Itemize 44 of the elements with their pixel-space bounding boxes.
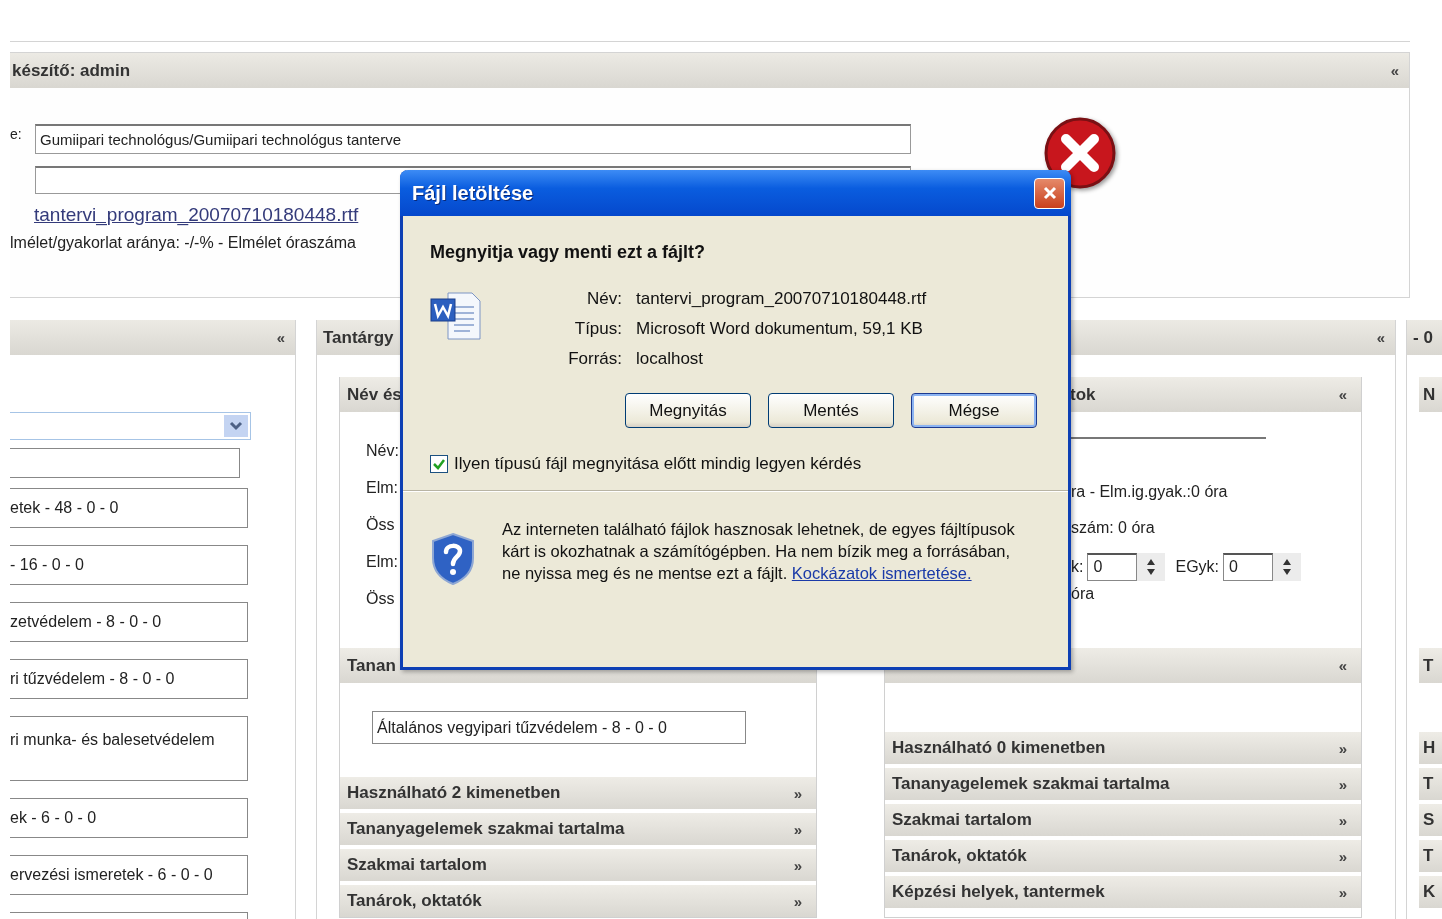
panel-title: - 0: [1413, 327, 1433, 348]
info-text: szám: 0 óra: [1071, 519, 1156, 538]
info-text: ra - Elm.ig.gyak.:0 óra: [1071, 483, 1229, 502]
panel-title: készítő: admin: [12, 60, 131, 81]
field-label: e:: [10, 126, 23, 142]
field-label: Típus:: [573, 319, 622, 339]
section-title: N: [1423, 384, 1436, 405]
field-label: Elm:: [366, 553, 398, 572]
section-title: Használható 2 kimenetben: [347, 783, 561, 803]
section-title: K: [1423, 882, 1436, 902]
field-label: Öss: [366, 516, 395, 535]
field-label: k:: [1071, 558, 1084, 576]
section-title: T: [1423, 846, 1434, 866]
window-title: Fájl letöltése: [412, 181, 534, 205]
field-value: Microsoft Word dokumentum, 59,1 KB: [636, 319, 924, 339]
summary-text: lmélet/gyakorlat aránya: -/-% - Elmélet óraszáma: [10, 234, 356, 252]
dialog-question: Megnyitja vagy menti ezt a fájlt?: [430, 242, 707, 263]
field-value: tantervi_program_20070710180448.rtf: [636, 289, 927, 309]
section-title: Név és: [347, 384, 402, 405]
section-title: S: [1423, 810, 1435, 830]
section-title: T: [1423, 774, 1434, 794]
field-label: EGyk:: [1175, 558, 1219, 576]
field-label: Öss: [366, 590, 395, 609]
panel-title: Tantárgy: [323, 327, 394, 348]
section-title: Szakmai tartalom: [892, 810, 1032, 830]
section-title: Képzési helyek, tantermek: [892, 882, 1105, 902]
section-title: Szakmai tartalom: [347, 855, 487, 875]
section-title: Tanárok, oktatók: [892, 846, 1027, 866]
field-label: Forrás:: [567, 349, 622, 369]
section-title: Tanárok, oktatók: [347, 891, 482, 911]
checkbox-label: Ilyen típusú fájl megnyitása előtt mindig legyen kérdés: [454, 454, 862, 474]
section-title: Tananyagelemek szakmai tartalma: [892, 774, 1170, 794]
field-label: Név:: [586, 289, 622, 309]
section-title: Használható 0 kimenetben: [892, 738, 1106, 758]
section-title: T: [1423, 655, 1434, 676]
field-label: Név:: [366, 442, 399, 461]
section-title: Tananyagelemek szakmai tartalma: [347, 819, 625, 839]
section-title: H: [1423, 738, 1436, 758]
section-title: Tanan: [347, 655, 396, 676]
info-text: óra: [1071, 585, 1096, 604]
section-title: tok: [1070, 384, 1096, 405]
warning-text: Az interneten található fájlok hasznosak lehetnek, de egyes fájltípusok kárt is okozhatnak a számítógépben. Ha nem bízik meg a forrásában, ne nyissa meg és ne mentse ezt a fájlt. Kockázatok ismertetése.: [502, 519, 1016, 584]
field-label: Elm:: [366, 479, 398, 498]
field-value: localhost: [636, 349, 705, 369]
